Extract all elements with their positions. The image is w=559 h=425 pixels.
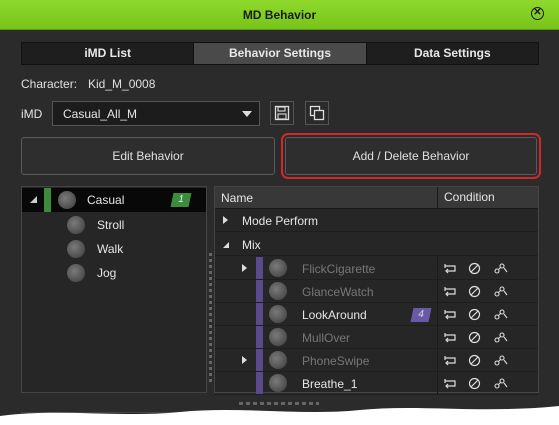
- avatar-icon: [269, 282, 287, 300]
- tab-data-settings[interactable]: Data Settings: [367, 43, 538, 64]
- add-delete-behavior-button[interactable]: Add / Delete Behavior: [281, 133, 541, 179]
- group-color-bar: [44, 188, 51, 212]
- table-row[interactable]: FlickCigarette: [215, 257, 538, 280]
- character-value: Kid_M_0008: [88, 77, 156, 91]
- avatar-icon: [269, 305, 287, 323]
- window-title: MD Behavior: [242, 8, 317, 22]
- tab-imd-list[interactable]: iMD List: [22, 43, 195, 64]
- list-item-label: Stroll: [97, 218, 125, 232]
- condition-cell: [437, 280, 538, 302]
- row-color-bar: [256, 303, 263, 325]
- column-name-header[interactable]: Name: [221, 191, 253, 205]
- row-color-bar: [256, 280, 263, 302]
- row-label: Mix: [242, 238, 261, 252]
- list-item-jog[interactable]: Jog: [22, 261, 206, 285]
- avatar-icon: [58, 191, 76, 209]
- character-label: Character:: [21, 77, 78, 91]
- loop-icon[interactable]: [443, 262, 457, 274]
- link-icon[interactable]: [494, 285, 508, 298]
- list-item-stroll[interactable]: Stroll: [22, 213, 206, 237]
- table-row[interactable]: MullOver: [215, 326, 538, 349]
- close-icon[interactable]: ✕: [531, 7, 544, 20]
- collapse-arrow-icon[interactable]: [30, 196, 37, 203]
- loop-icon[interactable]: [443, 308, 457, 320]
- row-color-bar: [256, 372, 263, 394]
- expand-arrow-icon[interactable]: [223, 216, 228, 224]
- condition-cell: [437, 349, 538, 371]
- chevron-down-icon: [242, 111, 252, 117]
- disable-icon[interactable]: [468, 377, 481, 390]
- torn-edge: [0, 406, 559, 425]
- link-icon[interactable]: [494, 308, 508, 321]
- condition-cell: [437, 326, 538, 348]
- loop-icon[interactable]: [443, 354, 457, 366]
- link-icon[interactable]: [494, 331, 508, 344]
- link-icon[interactable]: [494, 262, 508, 275]
- imd-label: iMD: [21, 107, 43, 121]
- list-item-label: Jog: [97, 266, 117, 280]
- avatar-icon: [269, 259, 287, 277]
- row-label: Mode Perform: [242, 214, 319, 228]
- title-bar: MD Behavior ✕: [0, 0, 559, 30]
- condition-cell: [437, 372, 538, 394]
- expand-arrow-icon[interactable]: [242, 356, 247, 364]
- disable-icon[interactable]: [468, 285, 481, 298]
- row-label: FlickCigarette: [302, 262, 376, 276]
- list-item-casual[interactable]: Casual 1: [22, 188, 206, 212]
- table-header: Name Condition: [215, 187, 538, 209]
- avatar-icon: [67, 240, 85, 258]
- link-icon[interactable]: [494, 377, 508, 390]
- disable-icon[interactable]: [468, 308, 481, 321]
- loop-icon[interactable]: [443, 377, 457, 389]
- imd-dropdown[interactable]: Casual_All_M: [52, 101, 260, 126]
- avatar-icon: [269, 374, 287, 392]
- count-badge: 4: [410, 308, 432, 322]
- vertical-splitter[interactable]: [209, 253, 212, 383]
- condition-cell: [437, 257, 538, 279]
- disable-icon[interactable]: [468, 262, 481, 275]
- edit-behavior-button[interactable]: Edit Behavior: [21, 137, 275, 175]
- disable-icon[interactable]: [468, 354, 481, 367]
- column-condition-header[interactable]: Condition: [437, 187, 495, 208]
- duplicate-icon: [309, 105, 325, 121]
- imd-selected-value: Casual_All_M: [63, 107, 138, 121]
- avatar-icon: [269, 328, 287, 346]
- list-item-label: Walk: [97, 242, 124, 256]
- avatar-icon: [269, 351, 287, 369]
- condition-cell: [437, 303, 538, 325]
- tab-behavior-settings[interactable]: Behavior Settings: [194, 43, 367, 64]
- row-label: PhoneSwipe: [302, 354, 370, 368]
- row-color-bar: [256, 326, 263, 348]
- row-color-bar: [256, 257, 263, 279]
- loop-icon[interactable]: [443, 285, 457, 297]
- link-icon[interactable]: [494, 354, 508, 367]
- row-label: LookAround: [302, 308, 367, 322]
- list-item-walk[interactable]: Walk: [22, 237, 206, 261]
- duplicate-button[interactable]: [305, 101, 329, 125]
- tab-bar: iMD List Behavior Settings Data Settings: [21, 42, 539, 65]
- table-row-mode-perform[interactable]: Mode Perform: [215, 209, 538, 232]
- row-label: MullOver: [302, 331, 351, 345]
- table-row[interactable]: LookAround 4: [215, 303, 538, 326]
- avatar-icon: [67, 264, 85, 282]
- save-button[interactable]: [270, 101, 294, 125]
- row-label: Breathe_1: [302, 377, 358, 391]
- disable-icon[interactable]: [468, 331, 481, 344]
- behavior-table: Name Condition Mode Perform Mix FlickCig…: [214, 186, 539, 395]
- table-row[interactable]: PhoneSwipe: [215, 349, 538, 372]
- row-label: GlanceWatch: [302, 285, 374, 299]
- table-row[interactable]: GlanceWatch: [215, 280, 538, 303]
- table-row-mix[interactable]: Mix: [215, 233, 538, 256]
- row-color-bar: [256, 349, 263, 371]
- table-row[interactable]: Breathe_1: [215, 372, 538, 395]
- list-item-label: Casual: [87, 193, 125, 207]
- loop-icon[interactable]: [443, 331, 457, 343]
- save-icon: [274, 105, 290, 121]
- collapse-arrow-icon[interactable]: [223, 242, 229, 248]
- avatar-icon: [67, 216, 85, 234]
- behavior-group-list: Casual 1 Stroll Walk Jog: [21, 186, 207, 393]
- count-badge: 1: [170, 193, 192, 207]
- expand-arrow-icon[interactable]: [242, 264, 247, 272]
